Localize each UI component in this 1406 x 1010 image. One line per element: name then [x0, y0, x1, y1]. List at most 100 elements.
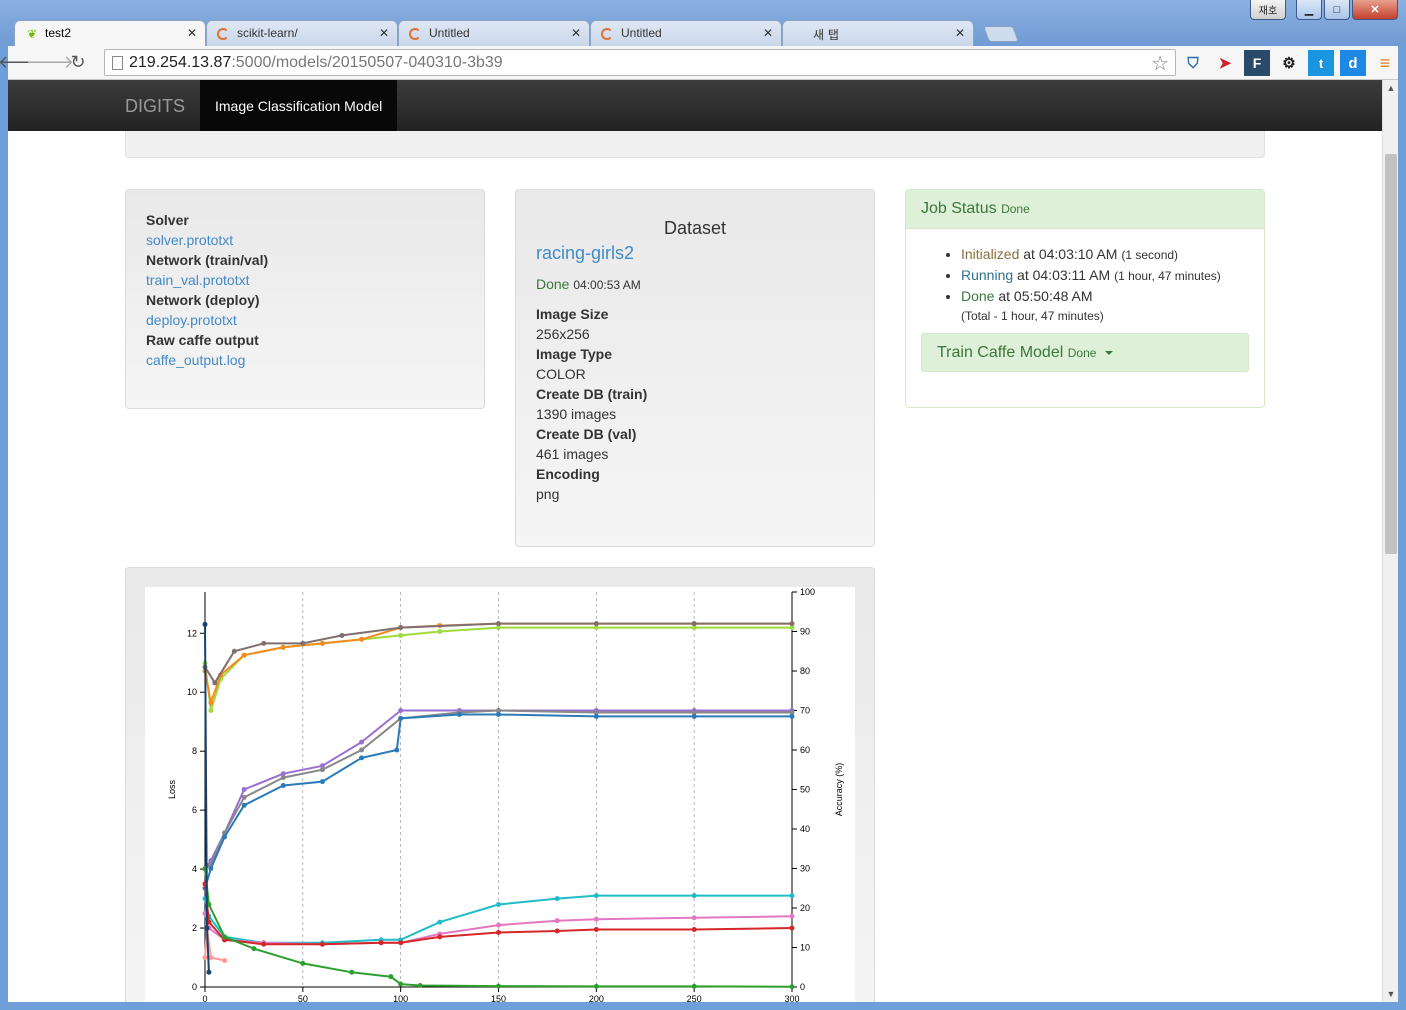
close-tab-icon[interactable]: ✕ [763, 26, 773, 40]
maximize-button[interactable]: □ [1324, 0, 1350, 20]
data-point [231, 648, 237, 654]
caret-down-icon [1104, 350, 1113, 355]
dataset-link[interactable]: racing-girls2 [536, 243, 854, 264]
event-state: Done [961, 288, 995, 304]
dataset-field-value: 461 images [536, 446, 609, 462]
twitter-extension-icon[interactable]: t [1308, 50, 1334, 76]
file-link[interactable]: solver.prototxt [146, 232, 233, 248]
data-point [319, 767, 325, 773]
dataset-field-value: 1390 images [536, 406, 617, 422]
close-tab-icon[interactable]: ✕ [379, 26, 389, 40]
data-point [691, 983, 697, 989]
event-time: at 05:50:48 AM [998, 288, 1093, 304]
event-state: Initialized [961, 246, 1020, 262]
tab-title: 새 탭 [813, 28, 839, 42]
data-point [319, 640, 325, 646]
scroll-thumb[interactable] [1385, 154, 1397, 554]
y-tick-label-left: 2 [192, 923, 197, 933]
data-point [280, 783, 286, 789]
data-point [691, 915, 697, 921]
data-point [202, 955, 208, 961]
data-point [691, 893, 697, 899]
new-tab-button[interactable] [983, 26, 1019, 42]
y-tick-label-right: 50 [800, 785, 810, 795]
data-point [349, 969, 355, 975]
browser-tab[interactable]: Untitled ✕ [398, 20, 590, 46]
vertical-scrollbar[interactable]: ▲ ▼ [1382, 80, 1398, 1002]
d-extension-icon[interactable]: d [1340, 50, 1366, 76]
bookmark-star-icon[interactable]: ☆ [1151, 51, 1169, 76]
dataset-status-text: Done [536, 276, 570, 292]
data-point [593, 621, 599, 627]
y-axis-label-left: Loss [167, 779, 177, 799]
file-label: Network (deploy) [146, 292, 260, 308]
train-caffe-model-dropdown[interactable]: Train Caffe Model Done [921, 333, 1249, 372]
browser-tab[interactable]: ❦ test2 ✕ [14, 20, 206, 46]
data-point [319, 779, 325, 785]
tab-strip: ❦ test2 ✕ scikit-learn/ ✕ Untitled ✕ Unt… [14, 20, 1019, 46]
job-event: Running at 04:03:11 AM (1 hour, 47 minut… [961, 265, 1264, 286]
file-link[interactable]: caffe_output.log [146, 352, 245, 368]
task-state: Done [1067, 346, 1097, 360]
reload-button[interactable]: ↻ [64, 49, 92, 77]
y-tick-label-right: 60 [800, 745, 810, 755]
browser-tab[interactable]: 새 탭 ✕ [782, 20, 974, 46]
extension-icons: ⛉ ➤ F ⚙ t d ≡ [1180, 50, 1398, 76]
profile-button[interactable]: 재호 [1250, 0, 1286, 20]
dataset-field-label: Create DB (val) [536, 426, 637, 442]
nav-item-model[interactable]: Image Classification Model [200, 80, 398, 131]
data-point [593, 983, 599, 989]
data-point [554, 896, 560, 902]
data-point [437, 919, 443, 925]
data-point [212, 680, 218, 686]
data-point [496, 983, 501, 989]
job-total: (Total - 1 hour, 47 minutes) [961, 309, 1104, 323]
file-link[interactable]: deploy.prototxt [146, 312, 237, 328]
menu-icon[interactable]: ≡ [1372, 50, 1398, 76]
gear-extension-icon[interactable]: ⚙ [1276, 50, 1302, 76]
training-chart-panel: 0 50 100 150 200 250 300 0 2 4 6 8 10 12 0 10 20 30 40 50 60… [125, 567, 875, 1002]
x-tick-label: 0 [202, 994, 207, 1002]
data-point [456, 711, 462, 717]
y-tick-label-left: 0 [192, 982, 197, 992]
close-window-button[interactable]: ✕ [1352, 0, 1398, 20]
data-point [417, 983, 423, 989]
forward-button[interactable]: 🡒 [26, 49, 74, 77]
data-point [280, 775, 286, 781]
y-tick-label-right: 90 [800, 627, 810, 637]
feedly-extension-icon[interactable]: F [1244, 50, 1270, 76]
close-tab-icon[interactable]: ✕ [571, 26, 581, 40]
minimize-button[interactable]: ▁ [1296, 0, 1322, 20]
data-point [222, 957, 228, 963]
close-tab-icon[interactable]: ✕ [955, 26, 965, 40]
file-label: Solver [146, 212, 189, 228]
dataset-field-label: Encoding [536, 466, 600, 482]
ipython-icon [217, 28, 229, 40]
header-well [125, 131, 1265, 158]
file-link[interactable]: train_val.prototxt [146, 272, 250, 288]
scroll-up-arrow-icon[interactable]: ▲ [1383, 80, 1399, 96]
data-point [202, 621, 208, 627]
event-time: at 04:03:11 AM [1017, 267, 1111, 283]
address-bar[interactable]: 219.254.13.87:5000/models/20150507-04031… [104, 49, 1176, 76]
brand-link[interactable]: DIGITS [125, 96, 185, 117]
event-state: Running [961, 267, 1014, 283]
shield-extension-icon[interactable]: ⛉ [1180, 50, 1206, 76]
browser-tab[interactable]: Untitled ✕ [590, 20, 782, 46]
browser-tab[interactable]: scikit-learn/ ✕ [206, 20, 398, 46]
y-tick-label-left: 10 [187, 687, 197, 697]
job-status-heading: Job Status Done [906, 190, 1264, 229]
training-chart: 0 50 100 150 200 250 300 0 2 4 6 8 10 12 0 10 20 30 40 50 60… [145, 587, 855, 1002]
arrow-extension-icon[interactable]: ➤ [1212, 50, 1238, 76]
data-point [554, 928, 560, 934]
scroll-down-arrow-icon[interactable]: ▼ [1383, 986, 1399, 1002]
browser-toolbar: 🡐 🡒 ↻ 219.254.13.87:5000/models/20150507… [0, 46, 1398, 80]
x-tick-label: 50 [298, 994, 308, 1002]
close-tab-icon[interactable]: ✕ [187, 26, 197, 40]
data-point [378, 940, 384, 946]
tab-title: Untitled [621, 26, 662, 40]
event-time: at 04:03:10 AM [1023, 246, 1118, 262]
data-point [388, 974, 394, 980]
ipython-icon [409, 28, 421, 40]
data-point [359, 755, 365, 761]
